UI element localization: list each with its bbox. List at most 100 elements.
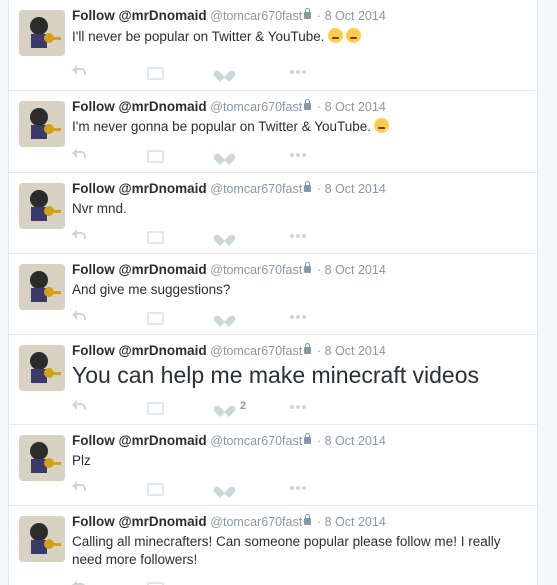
lock-icon xyxy=(304,8,312,19)
avatar[interactable] xyxy=(19,101,65,147)
fullname[interactable]: Follow @mrDnomaid xyxy=(72,99,207,114)
tweet-text: Calling all minecrafters! Can someone po… xyxy=(72,534,501,567)
tweet[interactable]: Follow @mrDnomaid @tomcar670fast · 8 Oct… xyxy=(8,425,538,506)
avatar[interactable] xyxy=(19,435,65,481)
more-icon[interactable] xyxy=(290,64,306,80)
timestamp[interactable]: 8 Oct 2014 xyxy=(325,434,386,448)
tweet-header: Follow @mrDnomaid @tomcar670fast · 8 Oct… xyxy=(72,343,386,359)
username[interactable]: @tomcar670fast xyxy=(210,9,302,23)
fullname[interactable]: Follow @mrDnomaid xyxy=(72,8,207,23)
lock-icon xyxy=(304,262,312,273)
more-icon[interactable] xyxy=(290,480,306,496)
tweet-text: Plz xyxy=(72,453,91,468)
more-icon[interactable] xyxy=(290,579,306,585)
reply-icon[interactable] xyxy=(72,147,86,163)
favorite-icon[interactable] xyxy=(218,64,232,80)
avatar[interactable] xyxy=(19,10,65,56)
more-icon[interactable] xyxy=(290,309,306,325)
fullname[interactable]: Follow @mrDnomaid xyxy=(72,181,207,196)
tweet-actions xyxy=(72,228,332,244)
reply-icon[interactable] xyxy=(72,228,86,244)
username[interactable]: @tomcar670fast xyxy=(210,434,302,448)
timestamp[interactable]: 8 Oct 2014 xyxy=(325,9,386,23)
separator: · xyxy=(316,100,321,114)
separator: · xyxy=(316,434,321,448)
tweet-text: Nvr mnd. xyxy=(72,201,127,216)
tweet-actions: 2 xyxy=(72,399,332,415)
tweet-header: Follow @mrDnomaid @tomcar670fast · 8 Oct… xyxy=(72,181,386,197)
separator: · xyxy=(316,9,321,23)
tweet-text: You can help me make minecraft videos xyxy=(72,362,479,388)
avatar[interactable] xyxy=(19,345,65,391)
tweet-text: I'm never gonna be popular on Twitter & … xyxy=(72,118,530,136)
retweet-icon[interactable] xyxy=(146,64,164,80)
tweet-text: I'll never be popular on Twitter & YouTu… xyxy=(72,28,530,46)
timeline: Follow @mrDnomaid @tomcar670fast · 8 Oct… xyxy=(0,0,557,585)
timestamp[interactable]: 8 Oct 2014 xyxy=(325,344,386,358)
avatar[interactable] xyxy=(19,264,65,310)
tweet[interactable]: Follow @mrDnomaid @tomcar670fast · 8 Oct… xyxy=(8,506,538,585)
lock-icon xyxy=(304,433,312,444)
retweet-icon[interactable] xyxy=(146,579,164,585)
tweet-actions xyxy=(72,64,332,80)
favorite-count: 2 xyxy=(240,400,247,412)
retweet-icon[interactable] xyxy=(146,309,164,325)
fullname[interactable]: Follow @mrDnomaid xyxy=(72,343,207,358)
tweet[interactable]: Follow @mrDnomaid @tomcar670fast · 8 Oct… xyxy=(8,0,538,91)
tweet-text-content: I'm never gonna be popular on Twitter & … xyxy=(72,119,372,134)
separator: · xyxy=(316,344,321,358)
username[interactable]: @tomcar670fast xyxy=(210,344,302,358)
more-icon[interactable] xyxy=(290,228,306,244)
tweet-text-content: I'll never be popular on Twitter & YouTu… xyxy=(72,29,325,44)
favorite-icon[interactable] xyxy=(218,480,232,496)
username[interactable]: @tomcar670fast xyxy=(210,182,302,196)
more-icon[interactable] xyxy=(290,399,306,415)
username[interactable]: @tomcar670fast xyxy=(210,515,302,529)
reply-icon[interactable] xyxy=(72,480,86,496)
tweet[interactable]: Follow @mrDnomaid @tomcar670fast · 8 Oct… xyxy=(8,91,538,173)
retweet-icon[interactable] xyxy=(146,399,164,415)
pensive-face-emoji xyxy=(327,28,343,43)
tweet-header: Follow @mrDnomaid @tomcar670fast · 8 Oct… xyxy=(72,433,386,449)
timestamp[interactable]: 8 Oct 2014 xyxy=(325,263,386,277)
tweet-actions xyxy=(72,480,332,496)
separator: · xyxy=(316,515,321,529)
tweet[interactable]: Follow @mrDnomaid @tomcar670fast · 8 Oct… xyxy=(8,173,538,254)
fullname[interactable]: Follow @mrDnomaid xyxy=(72,433,207,448)
avatar[interactable] xyxy=(19,183,65,229)
favorite-icon[interactable] xyxy=(218,399,232,415)
tweet[interactable]: Follow @mrDnomaid @tomcar670fast · 8 Oct… xyxy=(8,335,538,425)
avatar[interactable] xyxy=(19,516,65,562)
favorite-icon[interactable] xyxy=(218,147,232,163)
favorite-icon[interactable] xyxy=(218,309,232,325)
reply-icon[interactable] xyxy=(72,579,86,585)
tweet-actions xyxy=(72,579,332,585)
fullname[interactable]: Follow @mrDnomaid xyxy=(72,262,207,277)
retweet-icon[interactable] xyxy=(146,228,164,244)
username[interactable]: @tomcar670fast xyxy=(210,263,302,277)
retweet-icon[interactable] xyxy=(146,147,164,163)
retweet-icon[interactable] xyxy=(146,480,164,496)
separator: · xyxy=(316,182,321,196)
lock-icon xyxy=(304,181,312,192)
fullname[interactable]: Follow @mrDnomaid xyxy=(72,514,207,529)
favorite-icon[interactable] xyxy=(218,228,232,244)
favorite-icon[interactable] xyxy=(218,579,232,585)
reply-icon[interactable] xyxy=(72,399,86,415)
reply-icon[interactable] xyxy=(72,64,86,80)
tweet[interactable]: Follow @mrDnomaid @tomcar670fast · 8 Oct… xyxy=(8,254,538,335)
pensive-face-emoji xyxy=(374,118,390,133)
tweet-header: Follow @mrDnomaid @tomcar670fast · 8 Oct… xyxy=(72,8,386,24)
crying-face-emoji xyxy=(345,28,361,43)
tweet-header: Follow @mrDnomaid @tomcar670fast · 8 Oct… xyxy=(72,262,386,278)
username[interactable]: @tomcar670fast xyxy=(210,100,302,114)
reply-icon[interactable] xyxy=(72,309,86,325)
tweet-text: And give me suggestions? xyxy=(72,282,231,297)
more-icon[interactable] xyxy=(290,147,306,163)
lock-icon xyxy=(304,514,312,525)
timestamp[interactable]: 8 Oct 2014 xyxy=(325,100,386,114)
timestamp[interactable]: 8 Oct 2014 xyxy=(325,182,386,196)
lock-icon xyxy=(304,99,312,110)
timestamp[interactable]: 8 Oct 2014 xyxy=(325,515,386,529)
lock-icon xyxy=(304,343,312,354)
